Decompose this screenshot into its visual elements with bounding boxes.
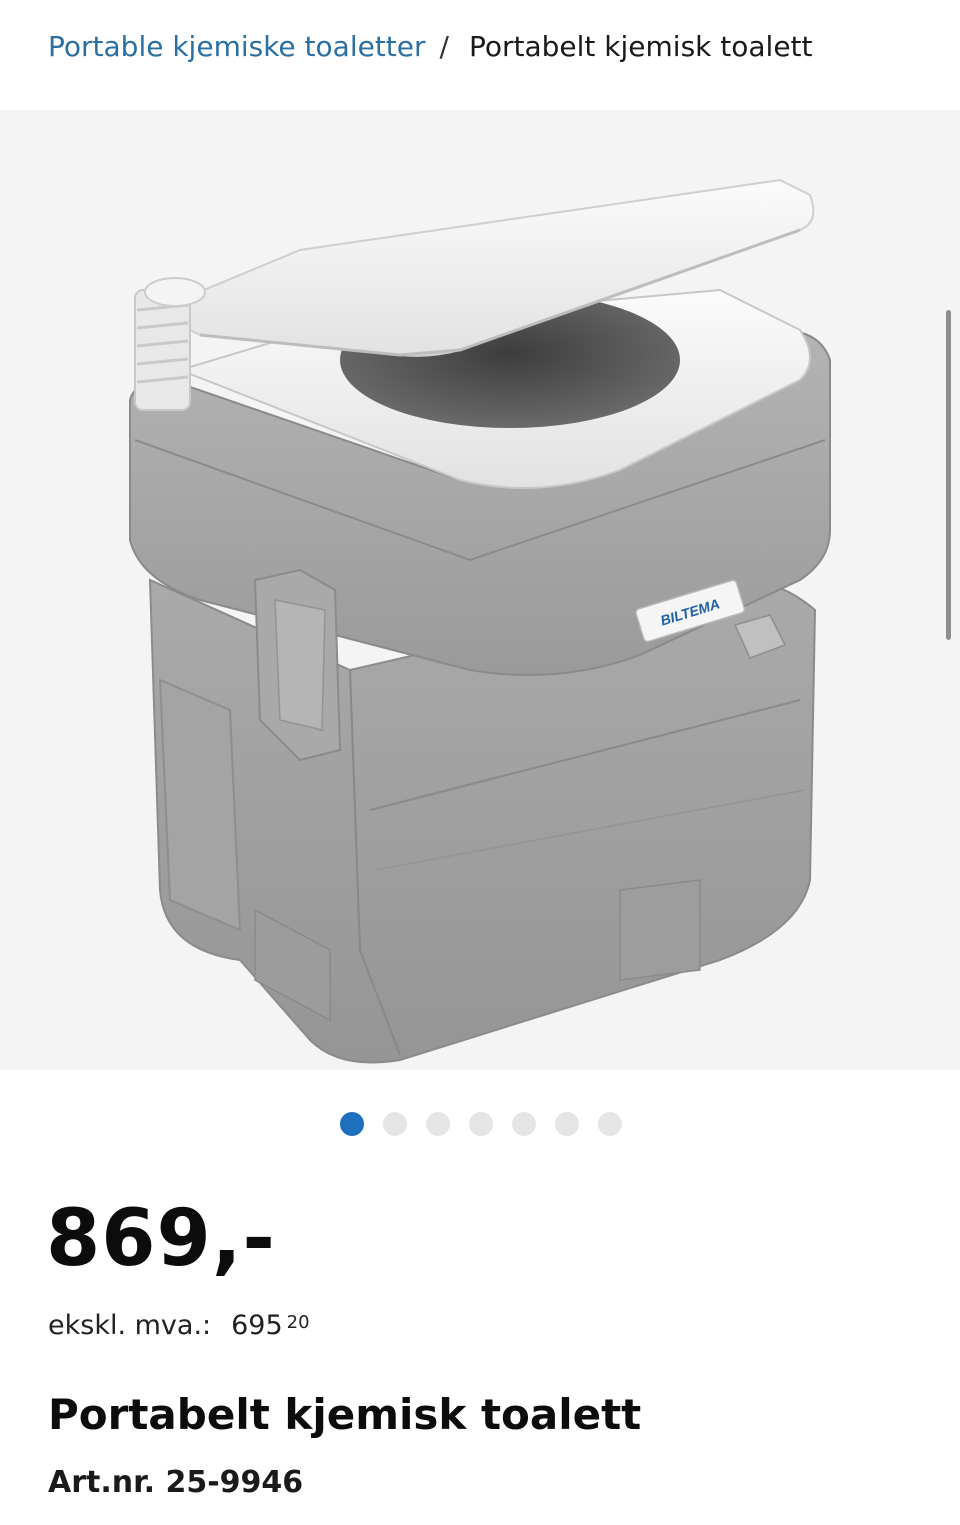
breadcrumb: Portable kjemiske toaletter / Portabelt … <box>48 24 813 68</box>
price-excl-vat: ekskl. mva.: 695 20 <box>48 1310 310 1341</box>
gallery-dot[interactable] <box>555 1112 579 1136</box>
product-title: Portabelt kjemisk toalett <box>48 1390 642 1439</box>
gallery-dot[interactable] <box>469 1112 493 1136</box>
gallery-scrollbar[interactable] <box>946 310 951 640</box>
vat-price-whole: 695 <box>231 1310 283 1341</box>
vat-label: ekskl. mva.: <box>48 1310 212 1341</box>
gallery-pagination <box>0 1110 960 1138</box>
breadcrumb-link-portable-toilets[interactable]: Portable kjemiske toaletter <box>48 30 426 63</box>
product-image-gallery[interactable]: BILTEMA <box>0 110 960 1070</box>
breadcrumb-separator: / <box>439 29 449 63</box>
product-price: 869,- <box>46 1194 276 1284</box>
gallery-dot[interactable] <box>426 1112 450 1136</box>
breadcrumb-current: Portabelt kjemisk toalett <box>468 29 813 63</box>
product-image: BILTEMA <box>129 178 831 1064</box>
gallery-dot[interactable] <box>512 1112 536 1136</box>
gallery-dot-active[interactable] <box>340 1112 364 1136</box>
gallery-dot[interactable] <box>598 1112 622 1136</box>
gallery-dot[interactable] <box>383 1112 407 1136</box>
vat-price-cents: 20 <box>286 1312 310 1333</box>
article-number: Art.nr. 25-9946 <box>48 1465 304 1500</box>
